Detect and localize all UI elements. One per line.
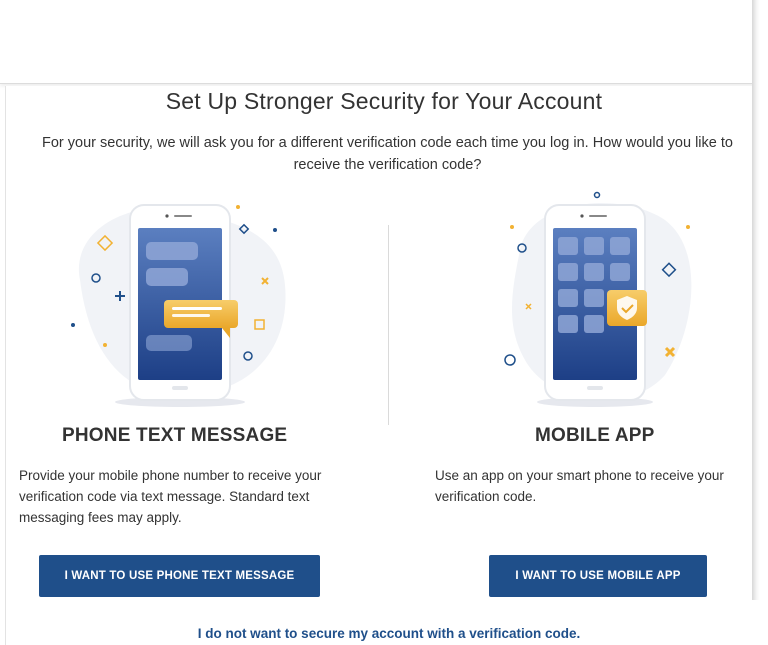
option-description-text-message: Provide your mobile phone number to rece… (19, 468, 322, 525)
options-divider (388, 225, 389, 425)
skip-verification-link[interactable]: I do not want to secure my account with … (0, 626, 768, 641)
use-text-message-button[interactable]: I WANT TO USE PHONE TEXT MESSAGE (39, 555, 320, 597)
phone-app-illustration (490, 190, 700, 410)
phone-chat-illustration (60, 190, 300, 410)
option-heading-mobile-app: MOBILE APP (535, 425, 655, 446)
header-bar (0, 0, 755, 84)
intro-text: For your security, we will ask you for a… (42, 135, 733, 173)
use-mobile-app-button[interactable]: I WANT TO USE MOBILE APP (489, 555, 707, 597)
option-heading-text-message: PHONE TEXT MESSAGE (62, 425, 288, 446)
phone-chat-icon (71, 204, 286, 407)
option-description-mobile-app: Use an app on your smart phone to receiv… (435, 468, 724, 504)
phone-shield-app-icon (504, 191, 692, 407)
page-title: Set Up Stronger Security for Your Accoun… (165, 88, 603, 114)
